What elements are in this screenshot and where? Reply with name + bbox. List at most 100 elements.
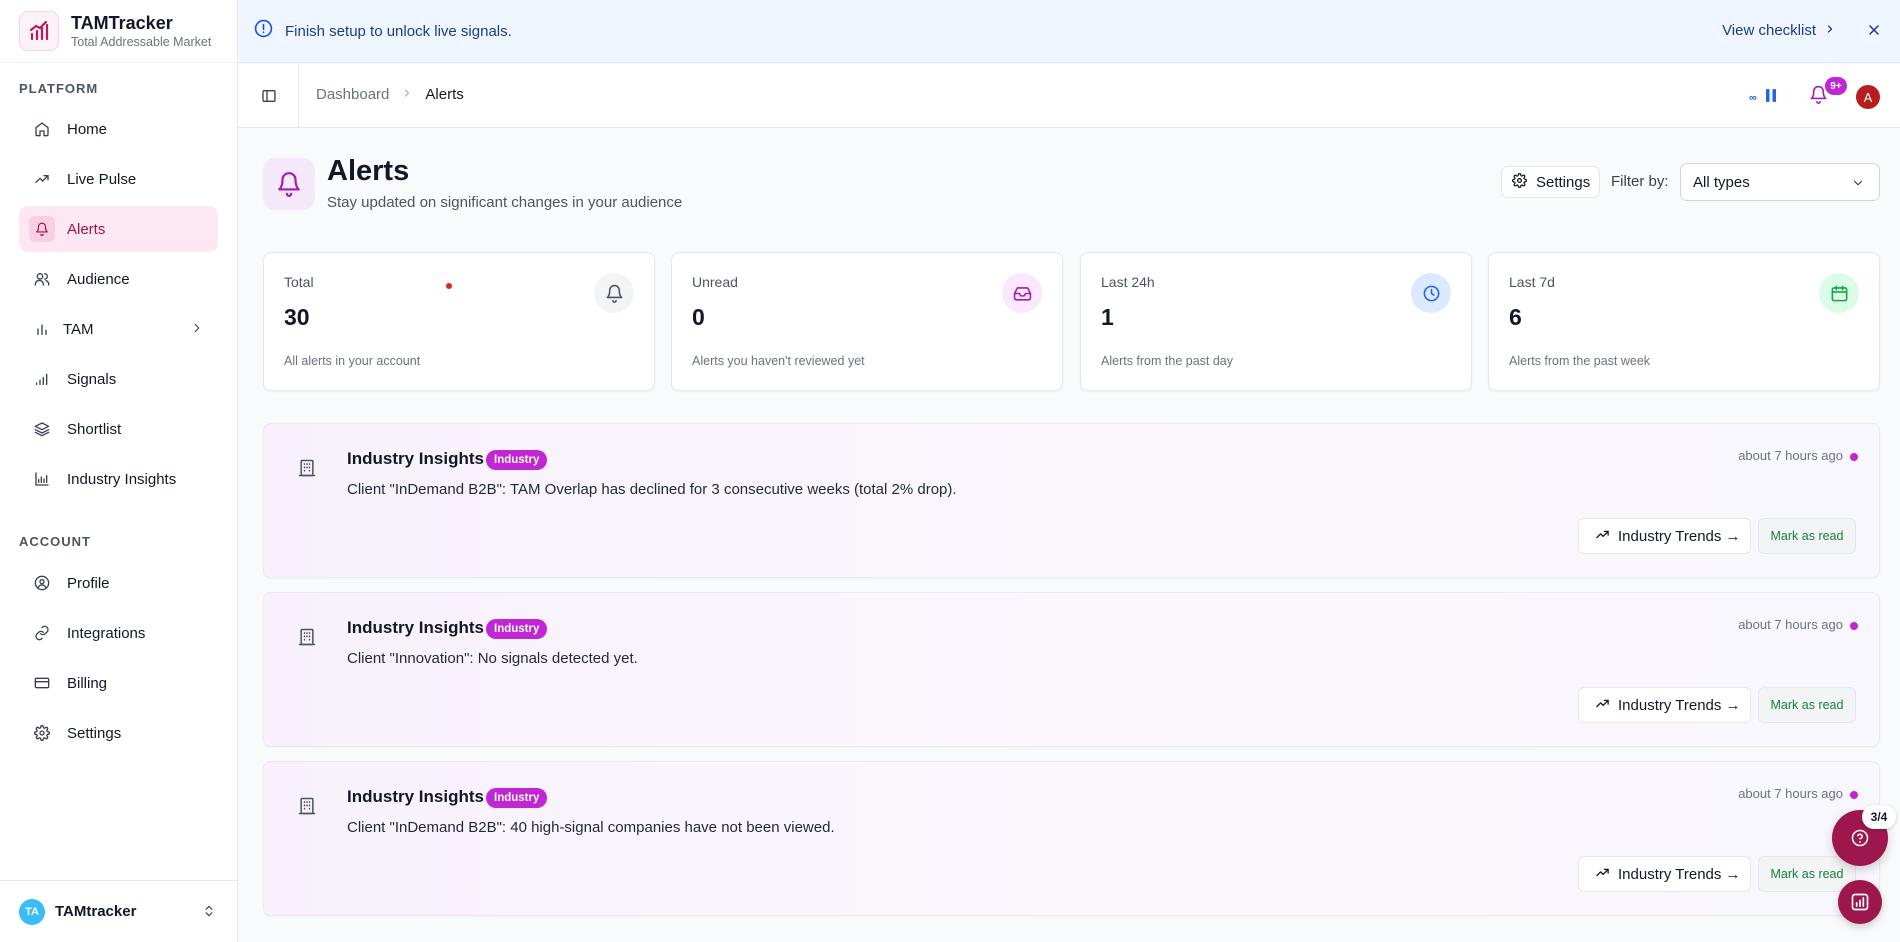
live-indicator[interactable]: ∞ <box>1749 89 1776 107</box>
alert-message: Client "InDemand B2B": 40 high-signal co… <box>347 819 835 836</box>
app-launcher-button[interactable] <box>1838 880 1882 924</box>
sidebar-item-label: Live Pulse <box>67 170 137 188</box>
sidebar-item-profile[interactable]: Profile <box>19 560 218 606</box>
building-icon <box>294 624 320 650</box>
view-checklist-link[interactable]: View checklist <box>1722 22 1836 39</box>
stat-card-total: Total 30 All alerts in your account <box>263 252 655 391</box>
brand-name: TAMTracker <box>71 13 173 33</box>
onboarding-progress: 3/4 <box>1862 805 1896 829</box>
sidebar-item-live-pulse[interactable]: Live Pulse <box>19 156 218 202</box>
alert-timestamp: about 7 hours ago <box>1738 448 1843 463</box>
stat-description: All alerts in your account <box>284 354 421 368</box>
industry-trends-button[interactable]: Industry Trends → <box>1578 687 1751 723</box>
close-icon[interactable] <box>1866 22 1882 43</box>
mark-as-read-button[interactable]: Mark as read <box>1758 856 1856 892</box>
pause-icon[interactable] <box>1765 89 1776 107</box>
building-icon <box>294 455 320 481</box>
sidebar-item-audience[interactable]: Audience <box>19 256 218 302</box>
inbox-icon <box>1002 273 1042 313</box>
banner-link-label: View checklist <box>1722 22 1816 39</box>
brand[interactable]: TAMTracker Total Addressable Market <box>0 0 237 63</box>
brand-subtitle: Total Addressable Market <box>71 35 212 49</box>
alert-title: Industry Insights <box>347 618 484 637</box>
sidebar-item-billing[interactable]: Billing <box>19 660 218 706</box>
page-title: Alerts <box>327 155 410 187</box>
trending-up-icon <box>1595 527 1610 546</box>
alert-category-badge: Industry <box>486 619 548 639</box>
sidebar-item-signals[interactable]: Signals <box>19 356 218 402</box>
sidebar-item-industry-insights[interactable]: Industry Insights <box>19 456 218 502</box>
alert-card[interactable]: Industry Insights Industry Client "Innov… <box>263 592 1880 747</box>
sidebar-item-label: Integrations <box>67 624 146 642</box>
sidebar-item-label: Shortlist <box>67 420 122 438</box>
industry-trends-button[interactable]: Industry Trends → <box>1578 518 1751 554</box>
sidebar-item-integrations[interactable]: Integrations <box>19 610 218 656</box>
industry-trends-button[interactable]: Industry Trends → <box>1578 856 1751 892</box>
unread-dot <box>1850 622 1858 630</box>
alert-card[interactable]: Industry Insights Industry Client "InDem… <box>263 761 1880 916</box>
building-icon <box>294 793 320 819</box>
link-icon <box>33 624 51 642</box>
chevron-down-icon <box>1851 176 1865 194</box>
chart-icon <box>33 470 51 488</box>
account-section-label: ACCOUNT <box>19 534 91 549</box>
alert-card[interactable]: Industry Insights Industry Client "InDem… <box>263 423 1880 578</box>
chevrons-up-down-icon <box>202 903 216 924</box>
sidebar-item-label: Industry Insights <box>67 470 177 488</box>
calendar-icon <box>1819 273 1859 313</box>
sidebar-item-label: Settings <box>67 724 122 742</box>
filter-select[interactable]: All types <box>1680 163 1880 201</box>
stat-card-last-24h: Last 24h 1 Alerts from the past day <box>1080 252 1472 391</box>
layers-icon <box>33 420 51 438</box>
breadcrumb-dashboard[interactable]: Dashboard <box>316 86 389 103</box>
stat-label: Last 24h <box>1101 274 1155 290</box>
platform-section-label: PLATFORM <box>19 81 99 96</box>
stat-description: Alerts from the past week <box>1509 354 1651 368</box>
team-name: TAMtracker <box>55 903 137 920</box>
stat-description: Alerts you haven't reviewed yet <box>692 354 865 368</box>
settings-button[interactable]: Settings <box>1501 166 1600 198</box>
home-icon <box>33 120 51 138</box>
settings-button-label: Settings <box>1536 173 1591 191</box>
bell-icon <box>594 273 634 313</box>
bar-chart-icon <box>33 320 51 338</box>
sidebar-item-alerts[interactable]: Alerts <box>19 206 218 252</box>
sidebar-item-label: Alerts <box>67 220 106 238</box>
breadcrumb: Dashboard Alerts <box>316 86 464 103</box>
user-avatar[interactable]: A <box>1856 85 1880 109</box>
stat-value: 6 <box>1509 304 1522 330</box>
mark-as-read-button[interactable]: Mark as read <box>1758 518 1856 554</box>
banner-message: Finish setup to unlock live signals. <box>285 22 512 40</box>
gear-icon <box>1512 172 1527 192</box>
notifications-button[interactable]: 9+ <box>1809 77 1847 109</box>
page-subtitle: Stay updated on significant changes in y… <box>327 194 683 211</box>
sidebar-toggle-icon[interactable] <box>239 64 299 128</box>
unread-dot <box>1850 453 1858 461</box>
alert-category-badge: Industry <box>486 450 548 470</box>
sidebar-item-settings[interactable]: Settings <box>19 710 218 756</box>
alert-title: Industry Insights <box>347 787 484 806</box>
credit-card-icon <box>33 674 51 692</box>
sidebar: TAMTracker Total Addressable Market PLAT… <box>0 0 238 942</box>
sidebar-item-tam[interactable]: TAM <box>19 306 218 352</box>
bell-icon <box>1809 85 1828 108</box>
industry-trends-label: Industry Trends → <box>1618 527 1741 545</box>
bell-icon <box>29 216 55 242</box>
live-count: ∞ <box>1749 92 1757 104</box>
filter-value: All types <box>1693 173 1750 191</box>
bell-icon <box>263 158 315 210</box>
sidebar-item-shortlist[interactable]: Shortlist <box>19 406 218 452</box>
stat-value: 0 <box>692 304 705 330</box>
sidebar-item-label: Audience <box>67 270 130 288</box>
sidebar-item-home[interactable]: Home <box>19 106 218 152</box>
chevron-right-icon <box>1824 22 1836 39</box>
info-icon <box>254 19 273 43</box>
stat-label: Last 7d <box>1509 274 1555 290</box>
notification-badge: 9+ <box>1825 77 1847 95</box>
team-switcher[interactable]: TA TAMtracker <box>0 880 238 942</box>
signal-icon <box>33 370 51 388</box>
mark-as-read-button[interactable]: Mark as read <box>1758 687 1856 723</box>
alert-timestamp: about 7 hours ago <box>1738 617 1843 632</box>
team-avatar: TA <box>19 898 45 925</box>
trending-up-icon <box>1595 865 1610 884</box>
